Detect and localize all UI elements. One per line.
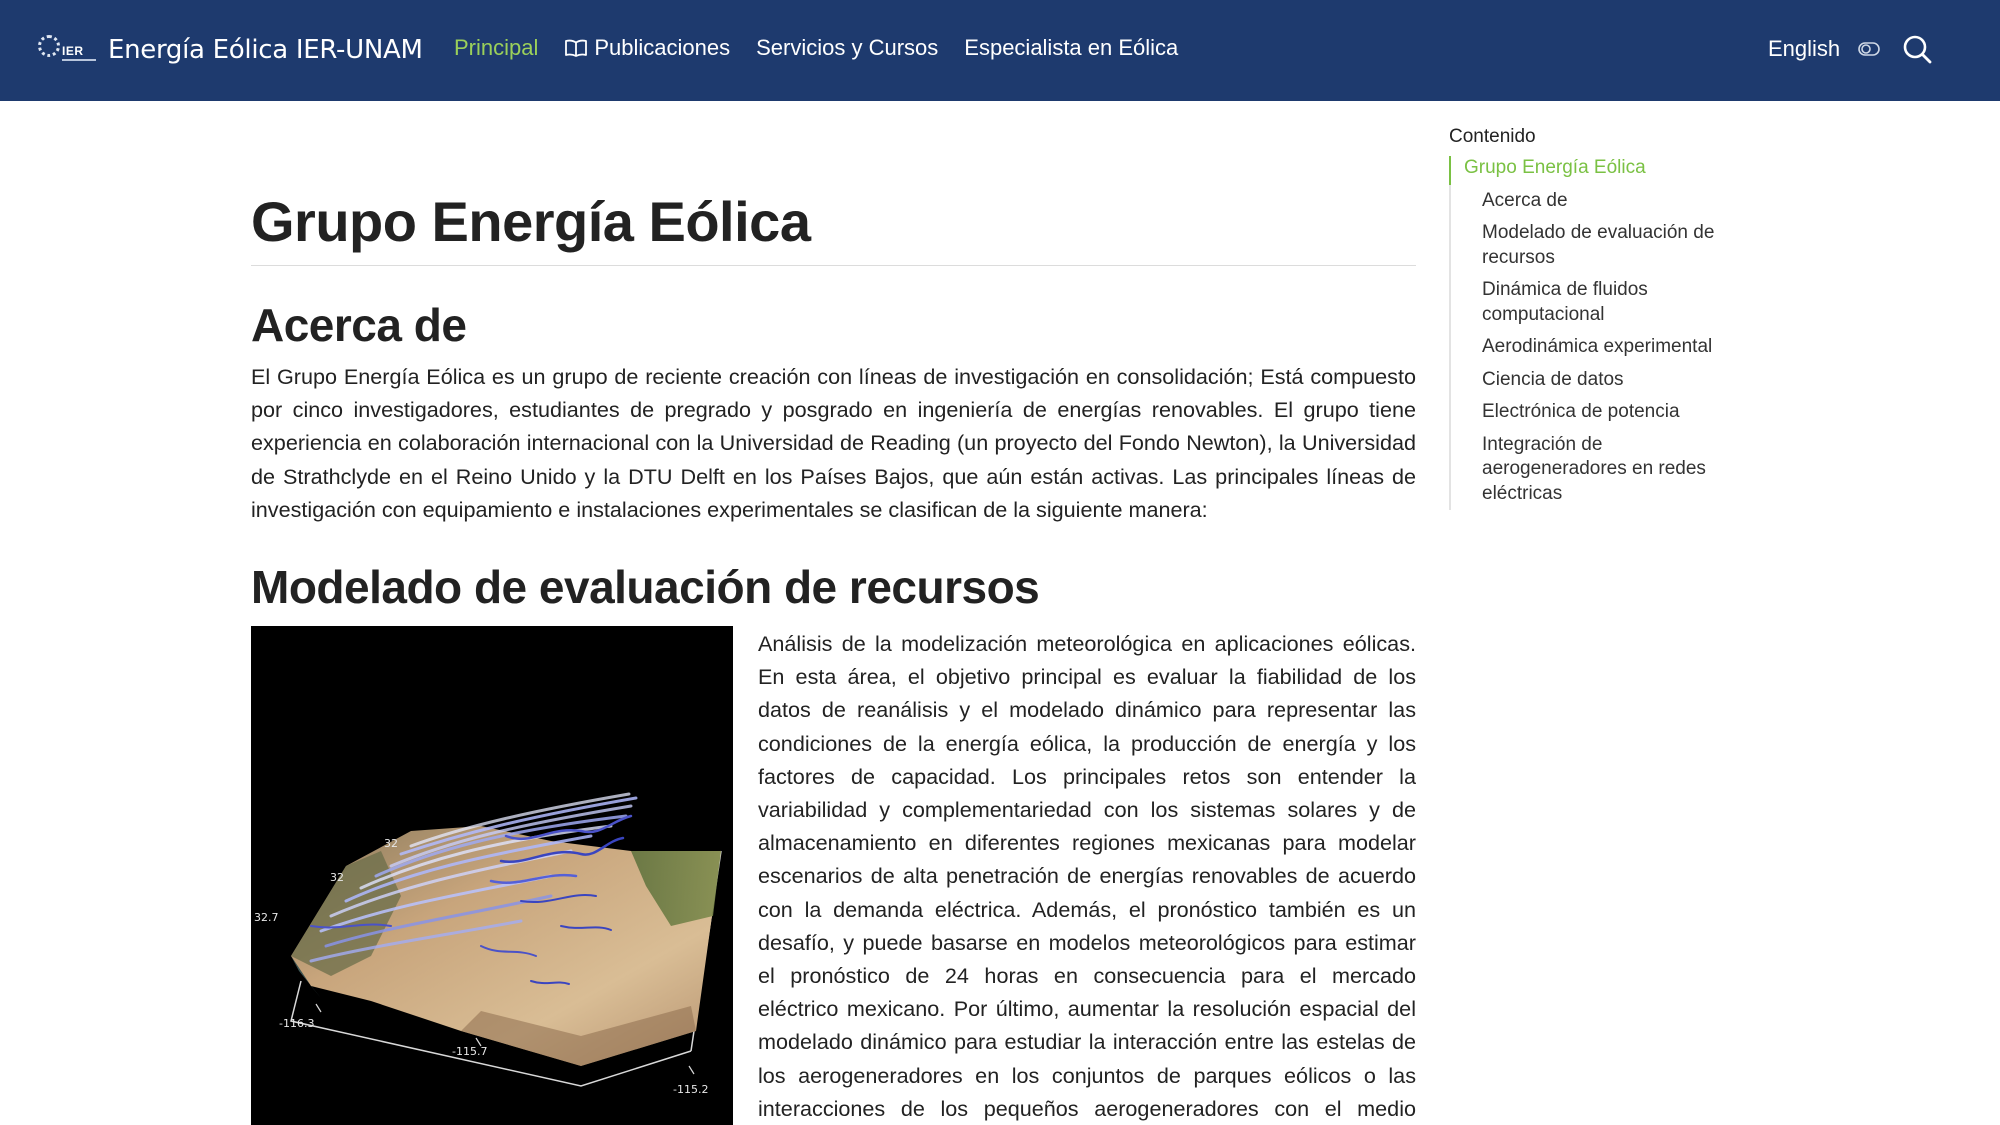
modelado-section: 32 32 32.7 -116.3 -115.7 -115.2 Análisis…	[251, 626, 1416, 1125]
main-content: Grupo Energía Eólica Acerca de El Grupo …	[251, 101, 1416, 1125]
toc-heading: Contenido	[1449, 126, 1536, 147]
toc-item-acerca[interactable]: Acerca de	[1451, 185, 1739, 218]
ier-logo-icon: IER	[38, 30, 96, 70]
toc-item-aerodinamica[interactable]: Aerodinámica experimental	[1451, 331, 1739, 364]
section-heading-acerca: Acerca de	[251, 299, 467, 351]
toc-item-grupo[interactable]: Grupo Energía Eólica	[1449, 156, 1739, 185]
toc-item-electronica[interactable]: Electrónica de potencia	[1451, 396, 1739, 429]
site-title[interactable]: Energía Eólica IER-UNAM	[108, 35, 423, 65]
axis-tick-label: 32.7	[254, 911, 279, 924]
brand-home-link[interactable]: IER Energía Eólica IER-UNAM	[38, 30, 423, 70]
axis-tick-label: -115.7	[452, 1045, 487, 1058]
main-nav: Principal Publicaciones Servicios y Curs…	[454, 35, 1178, 61]
nav-link-servicios[interactable]: Servicios y Cursos	[756, 35, 938, 61]
nav-link-principal[interactable]: Principal	[454, 35, 538, 61]
modelado-paragraph: Análisis de la modelización meteorológic…	[758, 631, 1416, 1121]
axis-tick-label: 32	[384, 837, 398, 850]
toc-list: Grupo Energía Eólica Acerca de Modelado …	[1449, 156, 1739, 510]
theme-toggle-icon[interactable]	[1858, 42, 1880, 56]
top-navbar: IER Energía Eólica IER-UNAM Principal Pu…	[0, 0, 2000, 101]
nav-link-especialista[interactable]: Especialista en Eólica	[964, 35, 1178, 61]
nav-link-publicaciones[interactable]: Publicaciones	[564, 35, 730, 61]
nav-link-label: Especialista en Eólica	[964, 35, 1179, 60]
wind-terrain-3d-figure: 32 32 32.7 -116.3 -115.7 -115.2	[251, 626, 733, 1125]
axis-tick-label: 32	[330, 871, 344, 884]
nav-link-label: Publicaciones	[594, 35, 731, 60]
toc-item-integracion[interactable]: Integración de aerogeneradores en redes …	[1451, 429, 1739, 511]
toc-item-ciencia-datos[interactable]: Ciencia de datos	[1451, 364, 1739, 397]
axis-tick-label: -116.3	[279, 1017, 314, 1030]
language-switch[interactable]: English	[1768, 36, 1840, 62]
acerca-paragraph: El Grupo Energía Eólica es un grupo de r…	[251, 364, 1416, 522]
toc-item-dinamica[interactable]: Dinámica de fluidos computacional	[1451, 274, 1739, 331]
navbar-tools: English	[1768, 34, 1932, 64]
toc-item-modelado[interactable]: Modelado de evaluación de recursos	[1451, 217, 1739, 274]
nav-link-label: Servicios y Cursos	[756, 35, 939, 60]
section-heading-modelado: Modelado de evaluación de recursos	[251, 561, 1040, 614]
modelado-text-column: Análisis de la modelización meteorológic…	[758, 627, 1416, 1125]
table-of-contents: Contenido Grupo Energía Eólica Acerca de…	[1449, 126, 1739, 510]
book-icon	[565, 39, 588, 57]
terrain-streamlines-image: 32 32 32.7 -116.3 -115.7 -115.2	[254, 792, 722, 1096]
page-title: Grupo Energía Eólica	[251, 189, 1416, 266]
search-icon[interactable]	[1902, 34, 1932, 64]
axis-tick-label: -115.2	[673, 1083, 708, 1096]
nav-link-label: Principal	[454, 35, 539, 60]
